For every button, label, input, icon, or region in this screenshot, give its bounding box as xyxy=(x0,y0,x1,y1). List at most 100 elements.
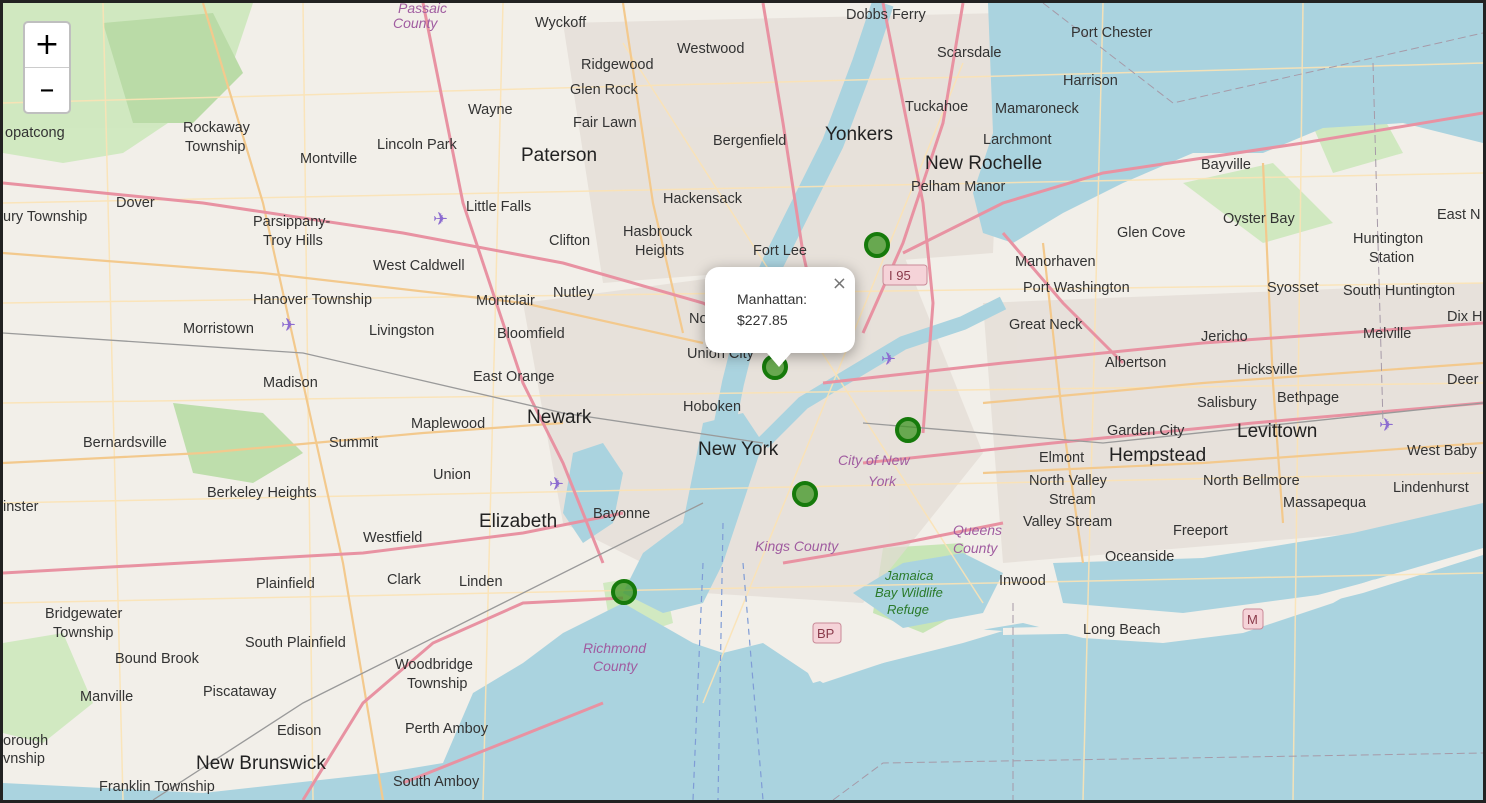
close-icon[interactable]: × xyxy=(832,275,847,293)
map-place-label: Bayonne xyxy=(593,506,650,522)
map-place-label: West Caldwell xyxy=(373,258,465,274)
map-place-label: East N xyxy=(1437,207,1481,223)
map-place-label: Hasbrouck xyxy=(623,224,693,240)
map-place-label: York xyxy=(868,473,897,489)
map-place-label: opatcong xyxy=(5,125,65,141)
map-place-label: Ridgewood xyxy=(581,57,654,73)
map-place-label: Oceanside xyxy=(1105,549,1174,565)
map-place-label: Glen Rock xyxy=(570,82,638,98)
map-place-label: Plainfield xyxy=(256,576,315,592)
label-hempstead: Hempstead xyxy=(1109,445,1206,466)
label-newark: Newark xyxy=(527,407,592,428)
map-place-label: Fair Lawn xyxy=(573,115,637,131)
map-place-label: West Baby xyxy=(1407,443,1478,459)
popup-title: Manhattan: xyxy=(737,291,808,307)
map-place-label: ury Township xyxy=(3,209,87,225)
map-place-label: Pelham Manor xyxy=(911,179,1005,195)
price-marker-queens[interactable] xyxy=(895,417,921,443)
map-place-label: County xyxy=(393,15,438,31)
airport-icon: ✈ xyxy=(1379,415,1394,436)
map-place-label: Westfield xyxy=(363,530,422,546)
map-place-label: Bay Wildlife xyxy=(875,585,943,600)
airport-icon: ✈ xyxy=(549,474,564,495)
map-place-label: Manville xyxy=(80,689,133,705)
map-place-label: Stream xyxy=(1049,492,1096,508)
map-place-label: Berkeley Heights xyxy=(207,485,317,501)
map-place-label: Dover xyxy=(116,195,155,211)
map-tiles[interactable]: ✈ ✈ ✈ ✈ ✈ I 95 BP M Passaic County City … xyxy=(3,3,1483,800)
label-levittown: Levittown xyxy=(1237,421,1317,442)
map-place-label: Lindenhurst xyxy=(1393,480,1469,496)
map-place-label: Dobbs Ferry xyxy=(846,7,927,23)
label-new-brunswick: New Brunswick xyxy=(196,753,326,774)
map-place-label: Hoboken xyxy=(683,399,741,415)
map-place-label: Bridgewater xyxy=(45,606,123,622)
map-place-label: Edison xyxy=(277,723,321,739)
popup-tip xyxy=(767,353,791,367)
map-place-label: Wyckoff xyxy=(535,15,587,31)
map-place-label: Bloomfield xyxy=(497,326,565,342)
map-place-label: North Valley xyxy=(1029,473,1108,489)
airport-icon: ✈ xyxy=(881,349,896,370)
map-place-label: Clark xyxy=(387,572,422,588)
map-place-label: Township xyxy=(407,676,467,692)
price-marker-bronx[interactable] xyxy=(864,232,890,258)
map-place-label: Kings County xyxy=(755,538,839,554)
map-place-label: Syosset xyxy=(1267,280,1319,296)
map-place-label: Huntington xyxy=(1353,231,1423,247)
map-place-label: Tuckahoe xyxy=(905,99,968,115)
airport-icon: ✈ xyxy=(281,315,296,336)
label-elizabeth: Elizabeth xyxy=(479,511,557,532)
zoom-out-button[interactable]: – xyxy=(25,67,69,112)
map-place-label: Scarsdale xyxy=(937,45,1001,61)
map-place-label: Elmont xyxy=(1039,450,1084,466)
map-place-label: Larchmont xyxy=(983,132,1052,148)
zoom-in-button[interactable]: + xyxy=(25,23,69,67)
map-place-label: Wayne xyxy=(468,102,513,118)
map-place-label: Bergenfield xyxy=(713,133,786,149)
label-yonkers: Yonkers xyxy=(825,124,893,145)
map-place-label: orough xyxy=(3,733,48,749)
map-place-label: Great Neck xyxy=(1009,317,1083,333)
map-place-label: Troy Hills xyxy=(263,233,323,249)
map-place-label: Refuge xyxy=(887,602,929,617)
map-place-label: Garden City xyxy=(1107,423,1185,439)
map-place-label: Woodbridge xyxy=(395,657,473,673)
map-place-label: Albertson xyxy=(1105,355,1166,371)
map-place-label: Mamaroneck xyxy=(995,101,1080,117)
map-place-label: Dix H xyxy=(1447,309,1482,325)
popup-content: × Manhattan: $227.85 xyxy=(705,267,855,353)
map-place-label: Richmond xyxy=(583,640,647,656)
map-place-label: Parsippany- xyxy=(253,214,331,230)
map-place-label: Oyster Bay xyxy=(1223,211,1295,227)
label-paterson: Paterson xyxy=(521,145,597,166)
map-place-label: Port Washington xyxy=(1023,280,1130,296)
label-new-york: New York xyxy=(698,439,779,460)
map-place-label: Township xyxy=(53,625,113,641)
popup-price: $227.85 xyxy=(737,312,788,328)
map-place-label: Jamaica xyxy=(884,568,933,583)
map-place-label: South Plainfield xyxy=(245,635,346,651)
map-place-label: Inwood xyxy=(999,573,1046,589)
label-new-rochelle: New Rochelle xyxy=(925,153,1042,174)
map-container[interactable]: ✈ ✈ ✈ ✈ ✈ I 95 BP M Passaic County City … xyxy=(0,0,1486,803)
map-place-label: Clifton xyxy=(549,233,590,249)
price-marker-brooklyn[interactable] xyxy=(792,481,818,507)
map-place-label: Bayville xyxy=(1201,157,1251,173)
shield-bp: BP xyxy=(817,626,834,641)
map-place-label: Manorhaven xyxy=(1015,254,1096,270)
map-place-label: Massapequa xyxy=(1283,495,1367,511)
price-marker-staten-island[interactable] xyxy=(611,579,637,605)
map-place-label: Westwood xyxy=(677,41,744,57)
map-place-label: Linden xyxy=(459,574,503,590)
map-place-label: Glen Cove xyxy=(1117,225,1186,241)
map-place-label: County xyxy=(593,658,638,674)
map-place-label: Bethpage xyxy=(1277,390,1339,406)
map-place-label: Madison xyxy=(263,375,318,391)
map-place-label: Harrison xyxy=(1063,73,1118,89)
map-place-label: Salisbury xyxy=(1197,395,1257,411)
map-place-label: Valley Stream xyxy=(1023,514,1112,530)
zoom-control: + – xyxy=(23,21,71,114)
map-place-label: Hicksville xyxy=(1237,362,1297,378)
map-place-label: Montville xyxy=(300,151,357,167)
